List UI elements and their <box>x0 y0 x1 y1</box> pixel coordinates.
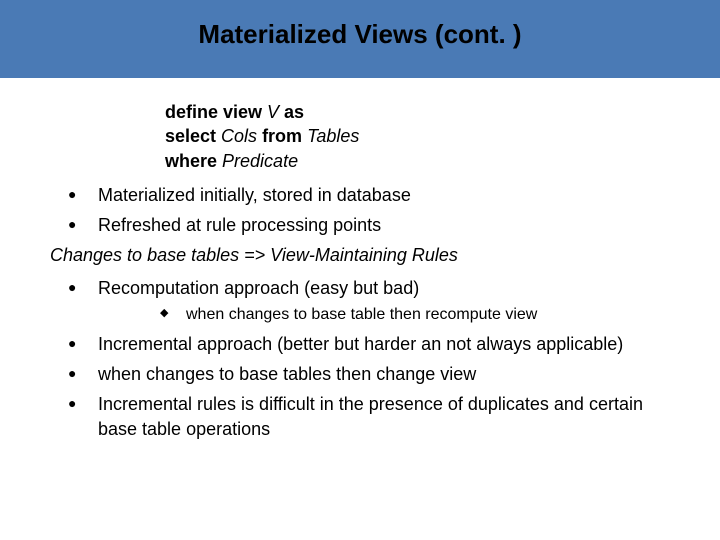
bullet-text: Materialized initially, stored in databa… <box>98 185 411 205</box>
def-kw: define view <box>165 102 262 122</box>
definition-block: define view V as select Cols from Tables… <box>165 100 670 173</box>
bullet-text: Incremental rules is difficult in the pr… <box>98 394 643 438</box>
list-item: Incremental rules is difficult in the pr… <box>50 392 670 441</box>
def-var: Predicate <box>217 151 298 171</box>
bullet-text: when changes to base tables then change … <box>98 364 476 384</box>
slide-title: Materialized Views (cont. ) <box>198 19 521 50</box>
sub-item: when changes to base table then recomput… <box>98 304 670 326</box>
sub-text: when changes to base table then recomput… <box>186 306 537 323</box>
def-var: Tables <box>307 126 359 146</box>
list-item: Materialized initially, stored in databa… <box>50 183 670 207</box>
bullet-text: Refreshed at rule processing points <box>98 215 381 235</box>
bullet-list: Recomputation approach (easy but bad) wh… <box>50 276 670 441</box>
bullet-text: Recomputation approach (easy but bad) <box>98 278 419 298</box>
def-var: Cols <box>221 126 262 146</box>
def-line-1: define view V as <box>165 100 670 124</box>
list-item: when changes to base tables then change … <box>50 362 670 386</box>
def-kw: from <box>262 126 307 146</box>
def-kw: select <box>165 126 221 146</box>
slide-content: define view V as select Cols from Tables… <box>0 78 720 441</box>
bullet-text: Incremental approach (better but harder … <box>98 334 623 354</box>
plain-line: Changes to base tables => View-Maintaini… <box>50 243 670 267</box>
list-item: Recomputation approach (easy but bad) wh… <box>50 276 670 326</box>
def-var: V <box>262 102 284 122</box>
def-kw: as <box>284 102 304 122</box>
list-item: Refreshed at rule processing points <box>50 213 670 237</box>
def-kw: where <box>165 151 217 171</box>
sub-list: when changes to base table then recomput… <box>98 304 670 326</box>
title-band: Materialized Views (cont. ) <box>0 0 720 78</box>
def-line-2: select Cols from Tables <box>165 124 670 148</box>
def-line-3: where Predicate <box>165 149 670 173</box>
list-item: Incremental approach (better but harder … <box>50 332 670 356</box>
bullet-list: Materialized initially, stored in databa… <box>50 183 670 238</box>
